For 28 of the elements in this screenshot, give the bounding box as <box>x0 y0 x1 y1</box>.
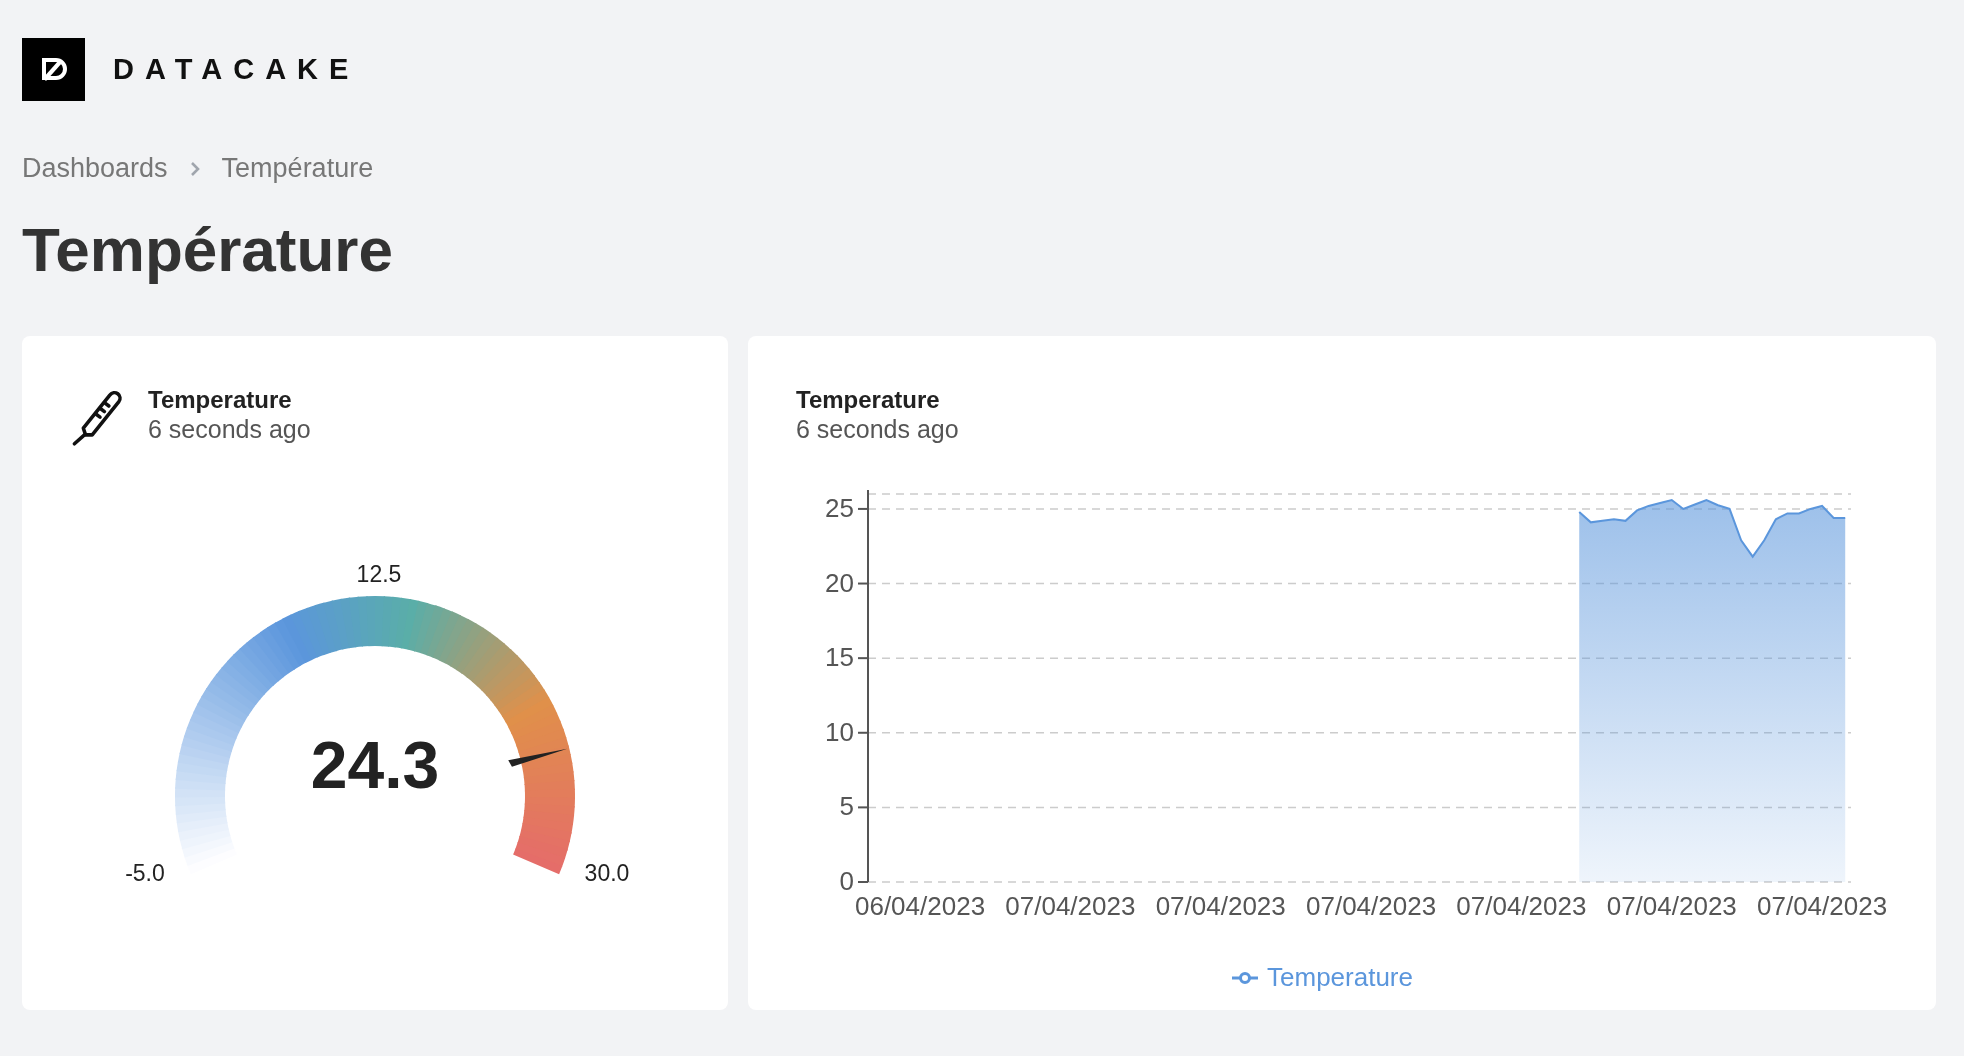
breadcrumb-link[interactable]: Température <box>221 153 374 184</box>
card-subtitle: 6 seconds ago <box>148 415 311 444</box>
y-tick-label: 15 <box>825 642 854 673</box>
breadcrumb-link[interactable]: Dashboards <box>22 153 168 184</box>
x-tick-label: 07/04/2023 <box>1005 891 1136 918</box>
brand-name: DATACAKE <box>113 53 360 86</box>
logo-icon <box>22 38 85 101</box>
page-title: Température <box>22 214 394 286</box>
card-title: Temperature <box>796 386 941 414</box>
x-tick-label: 07/04/2023 <box>1456 891 1587 918</box>
gauge-value: 24.3 <box>310 728 440 802</box>
x-tick-label: 07/04/2023 <box>1757 891 1888 918</box>
y-tick-label: 0 <box>839 866 854 896</box>
x-tick-label: 07/04/2023 <box>1155 891 1286 918</box>
y-tick-label: 5 <box>839 791 854 822</box>
gauge-max-label: 30.0 <box>584 860 630 886</box>
x-tick-label: 07/04/2023 <box>1606 891 1737 918</box>
x-tick-label: 07/04/2023 <box>1306 891 1437 918</box>
card-subtitle: 6 seconds ago <box>796 415 960 444</box>
y-tick-label: 20 <box>825 567 854 598</box>
gauge-mid-label: 12.5 <box>356 561 402 587</box>
legend-line-icon <box>1231 970 1259 985</box>
gauge-min-label: -5.0 <box>125 860 165 886</box>
legend-label[interactable]: Temperature <box>1267 962 1413 993</box>
x-tick-label: 06/04/2023 <box>854 891 986 918</box>
card-title: Temperature <box>148 386 293 414</box>
y-tick-label: 25 <box>825 492 854 523</box>
y-tick-label: 10 <box>825 716 854 747</box>
